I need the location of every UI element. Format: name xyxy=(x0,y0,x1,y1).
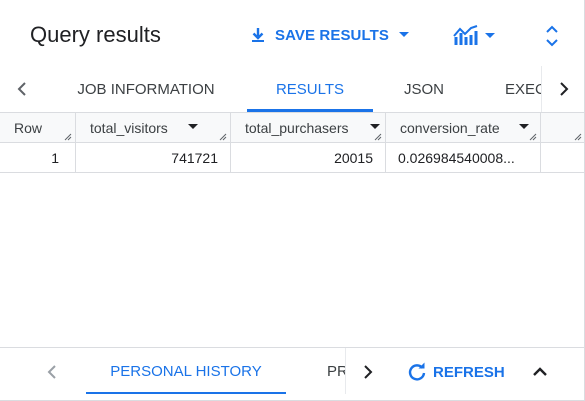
tab-json[interactable]: JSON xyxy=(392,66,456,112)
tab-project-history[interactable]: PROJECT HISTORY xyxy=(327,348,345,394)
unfold-more-button[interactable] xyxy=(540,22,564,50)
column-header-conversion-rate[interactable]: conversion_rate xyxy=(386,113,541,143)
unfold-more-icon xyxy=(546,25,558,47)
save-results-label: SAVE RESULTS xyxy=(275,26,389,44)
sort-caret-icon[interactable] xyxy=(188,124,198,130)
column-header-label: total_visitors xyxy=(90,120,168,136)
table-header: Row total_visitors total_purchasers conv… xyxy=(0,113,584,143)
results-tabs: JOB INFORMATION RESULTS JSON EXECUTION D… xyxy=(0,66,584,113)
cell-extra xyxy=(541,143,584,173)
tab-execution-details[interactable]: EXECUTION DETAILS xyxy=(505,66,541,112)
chevron-left-icon xyxy=(47,365,56,379)
tabs-scroll-left-button[interactable] xyxy=(0,66,44,112)
tab-personal-history[interactable]: PERSONAL HISTORY xyxy=(86,348,286,394)
divider xyxy=(345,348,346,394)
tabs-scroll-right-button[interactable] xyxy=(541,66,584,112)
chevron-left-icon xyxy=(17,82,26,96)
resize-handle-icon[interactable] xyxy=(64,133,72,141)
results-header: Query results SAVE RESULTS xyxy=(0,0,584,66)
column-header-total-visitors[interactable]: total_visitors xyxy=(76,113,231,143)
resize-handle-icon[interactable] xyxy=(574,133,582,141)
save-results-button[interactable]: SAVE RESULTS xyxy=(249,23,409,47)
cell-total-purchasers[interactable]: 20015 xyxy=(231,143,386,173)
explore-chart-button[interactable] xyxy=(453,23,495,49)
table-row[interactable]: 1 741721 20015 0.026984540008... xyxy=(0,143,584,173)
history-scroll-right-button[interactable] xyxy=(356,360,380,384)
column-header-row: Row xyxy=(0,113,76,143)
cell-conversion-rate[interactable]: 0.026984540008... xyxy=(386,143,541,173)
query-results-panel: Query results SAVE RESULTS JOB INFORMATI… xyxy=(0,0,585,401)
cell-total-visitors[interactable]: 741721 xyxy=(76,143,231,173)
explore-chart-icon xyxy=(453,25,478,45)
column-header-label: Row xyxy=(14,120,43,136)
tab-results[interactable]: RESULTS xyxy=(247,66,373,112)
caret-down-icon xyxy=(399,32,409,37)
cell-row-number: 1 xyxy=(0,143,76,173)
refresh-icon xyxy=(408,362,426,381)
resize-handle-icon[interactable] xyxy=(374,133,382,141)
chevron-up-icon xyxy=(533,367,547,376)
caret-down-icon xyxy=(485,33,495,38)
chevron-right-icon xyxy=(364,365,373,379)
column-header-extra xyxy=(541,113,584,143)
refresh-button[interactable]: REFRESH xyxy=(407,361,505,383)
tab-job-information[interactable]: JOB INFORMATION xyxy=(66,66,226,112)
download-icon xyxy=(252,28,264,42)
column-header-label: conversion_rate xyxy=(400,120,500,136)
refresh-label: REFRESH xyxy=(433,363,505,381)
collapse-button[interactable] xyxy=(528,360,552,384)
resize-handle-icon[interactable] xyxy=(529,133,537,141)
history-scroll-left-button[interactable] xyxy=(40,360,64,384)
column-header-total-purchasers[interactable]: total_purchasers xyxy=(231,113,386,143)
history-bar: PERSONAL HISTORY PROJECT HISTORY REFRESH xyxy=(0,347,584,400)
sort-caret-icon[interactable] xyxy=(519,124,529,130)
sort-caret-icon[interactable] xyxy=(370,124,380,130)
resize-handle-icon[interactable] xyxy=(219,133,227,141)
panel-title: Query results xyxy=(30,22,161,47)
column-header-label: total_purchasers xyxy=(245,120,349,136)
chevron-right-icon xyxy=(559,82,568,96)
